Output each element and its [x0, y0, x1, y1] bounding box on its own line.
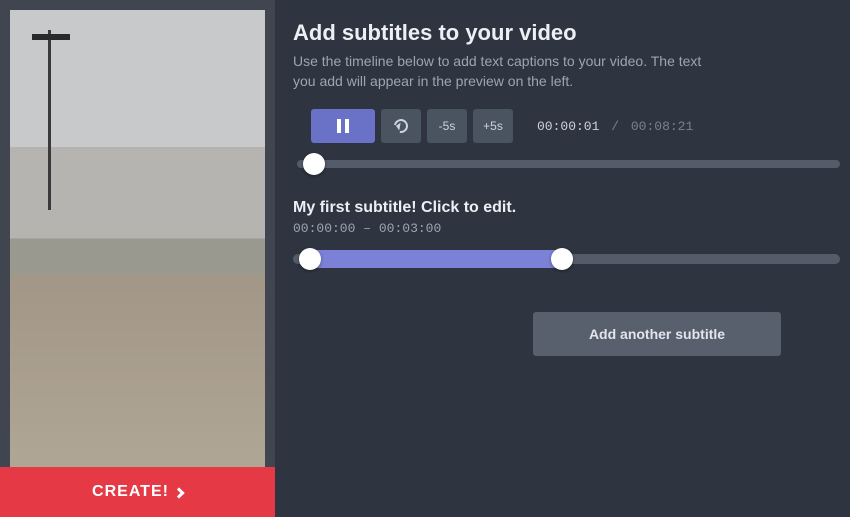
range-fill	[309, 250, 561, 268]
subtitle-range-slider[interactable]	[293, 246, 840, 272]
right-panel: Add subtitles to your video Use the time…	[275, 0, 850, 517]
back-5s-button[interactable]: -5s	[427, 109, 467, 143]
scrubber-rail	[297, 160, 840, 168]
range-end-handle[interactable]	[551, 248, 573, 270]
subtitle-range: 00:00:00 – 00:03:00	[293, 221, 840, 236]
subtitle-item: My first subtitle! Click to edit. 00:00:…	[293, 199, 840, 272]
subtitle-dash: –	[363, 221, 371, 236]
subtitle-end: 00:03:00	[379, 221, 441, 236]
total-time: 00:08:21	[631, 119, 693, 134]
page-title: Add subtitles to your video	[293, 20, 840, 46]
pause-button[interactable]	[311, 109, 375, 143]
time-separator: /	[611, 119, 619, 134]
video-scrubber[interactable]	[297, 155, 840, 173]
video-preview	[10, 10, 265, 467]
scrubber-handle[interactable]	[303, 153, 325, 175]
current-time: 00:00:01	[537, 119, 599, 134]
create-button[interactable]: CREATE!	[0, 467, 275, 517]
restart-button[interactable]	[381, 109, 421, 143]
playback-controls: -5s +5s 00:00:01 / 00:08:21	[293, 109, 840, 143]
subtitle-start: 00:00:00	[293, 221, 355, 236]
left-panel: CREATE!	[0, 0, 275, 517]
page-description: Use the timeline below to add text capti…	[293, 52, 703, 91]
forward-5s-button[interactable]: +5s	[473, 109, 513, 143]
restart-icon	[391, 116, 410, 135]
subtitle-text[interactable]: My first subtitle! Click to edit.	[293, 199, 840, 217]
pause-icon	[337, 119, 349, 133]
chevron-right-icon	[173, 487, 184, 498]
add-subtitle-button[interactable]: Add another subtitle	[533, 312, 781, 356]
timecode: 00:00:01 / 00:08:21	[537, 119, 693, 134]
create-button-label: CREATE!	[92, 483, 169, 501]
